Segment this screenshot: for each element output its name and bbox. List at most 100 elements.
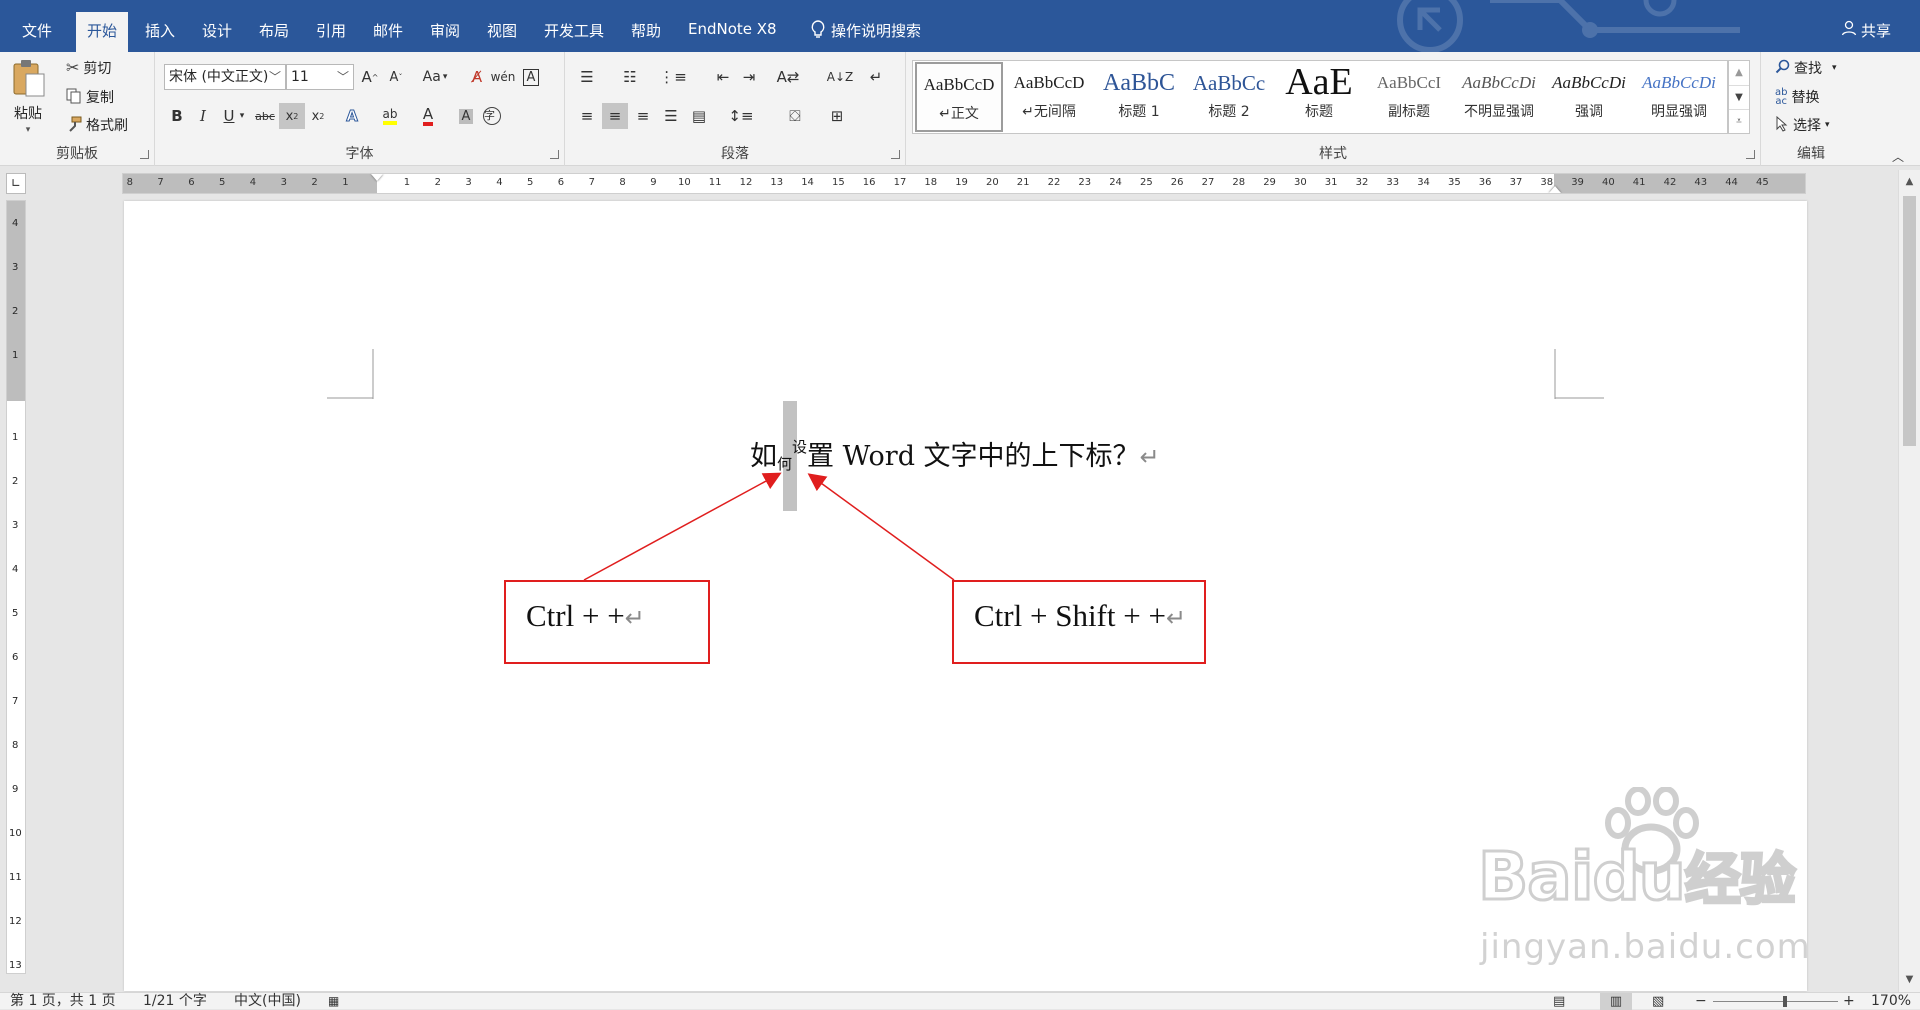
- align-center-button[interactable]: ≡: [602, 103, 628, 129]
- font-dialog-launcher[interactable]: [550, 150, 559, 159]
- scroll-down-icon[interactable]: ▼: [1899, 970, 1920, 990]
- underline-dropdown[interactable]: ▾: [235, 103, 249, 129]
- italic-button[interactable]: I: [190, 103, 216, 129]
- enclose-characters-button[interactable]: 字: [479, 103, 505, 129]
- font-name-combo[interactable]: 宋体 (中文正文) ﹀: [164, 64, 286, 90]
- share-button[interactable]: 共享: [1830, 12, 1902, 52]
- find-button[interactable]: 查找 ▾: [1775, 58, 1837, 78]
- style-preview: AaBbCcDi: [1642, 73, 1716, 92]
- vertical-ruler[interactable]: 4321 1 2 3 4 5 6 7 8 9 10 11 12 13: [6, 200, 26, 974]
- web-layout-icon[interactable]: ▧: [1652, 993, 1664, 1010]
- paragraph-dialog-launcher[interactable]: [891, 150, 900, 159]
- tab-endnote[interactable]: EndNote X8: [677, 12, 788, 52]
- text-effects-button[interactable]: A: [339, 103, 365, 129]
- line-spacing-button[interactable]: ↕≡: [723, 103, 759, 129]
- zoom-level[interactable]: 170%: [1871, 993, 1911, 1010]
- style-heading-1[interactable]: AaBbC 标题 1: [1095, 62, 1183, 132]
- font-color-button[interactable]: A: [415, 103, 441, 129]
- tell-me-search[interactable]: 操作说明搜索: [800, 12, 932, 52]
- chevron-up-icon[interactable]: ▲: [1729, 61, 1749, 85]
- cut-button[interactable]: ✂ 剪切: [66, 58, 111, 78]
- tab-selector[interactable]: ∟: [6, 173, 26, 194]
- tab-references[interactable]: 引用: [305, 12, 357, 52]
- change-case-button[interactable]: Aa ▾: [417, 64, 453, 90]
- superscript-button[interactable]: x2: [305, 103, 331, 129]
- sort-icon: A↓Z: [826, 70, 854, 84]
- chevron-down-icon[interactable]: ▼: [1729, 85, 1749, 109]
- tab-review[interactable]: 审阅: [419, 12, 471, 52]
- horizontal-ruler[interactable]: 87654321 1 2 3 4 5 6 7 8 9 10 11 12 13 14 15 16 17 18 19 20…: [122, 173, 1806, 194]
- format-painter-button[interactable]: 格式刷: [66, 115, 128, 135]
- right-indent-marker[interactable]: [1549, 186, 1561, 193]
- chinese-layout-button[interactable]: A⇄: [775, 64, 801, 90]
- bold-button[interactable]: B: [164, 103, 190, 129]
- select-button[interactable]: 选择 ▾: [1775, 115, 1830, 135]
- tab-view[interactable]: 视图: [476, 12, 528, 52]
- clear-formatting-button[interactable]: A̸: [464, 64, 490, 90]
- scroll-thumb[interactable]: [1903, 196, 1916, 446]
- numbering-button[interactable]: ☷: [617, 64, 643, 90]
- zoom-out-icon[interactable]: −: [1695, 993, 1707, 1010]
- character-shading-button[interactable]: A: [453, 103, 479, 129]
- align-left-button[interactable]: ≡: [574, 103, 600, 129]
- increase-indent-button[interactable]: ⇥: [736, 64, 762, 90]
- tab-file[interactable]: 文件: [11, 12, 63, 52]
- style-intense-emphasis[interactable]: AaBbCcDi 明显强调: [1635, 62, 1723, 132]
- collapse-ribbon-icon[interactable]: ︿: [1892, 148, 1904, 165]
- document-page[interactable]: 如何设置 Word 文字中的上下标？↵ Ctrl + +↵ Ctrl + Shi…: [124, 201, 1810, 991]
- first-line-indent-marker[interactable]: [371, 174, 383, 181]
- shrink-font-button[interactable]: Aˇ: [383, 64, 409, 90]
- tab-help[interactable]: 帮助: [620, 12, 672, 52]
- style-subtle-emphasis[interactable]: AaBbCcDi 不明显强调: [1455, 62, 1543, 132]
- ruler-tick-label: 6: [12, 652, 19, 663]
- styles-dialog-launcher[interactable]: [1746, 150, 1755, 159]
- tab-insert[interactable]: 插入: [134, 12, 186, 52]
- ruler-tick-label: 1: [12, 432, 19, 443]
- multilevel-list-button[interactable]: ⋮≡: [659, 64, 687, 90]
- tab-design[interactable]: 设计: [191, 12, 243, 52]
- bullets-button[interactable]: ☰: [574, 64, 600, 90]
- paste-button[interactable]: 粘贴 ▾: [10, 58, 46, 135]
- scroll-up-icon[interactable]: ▲: [1899, 172, 1920, 192]
- phonetic-guide-button[interactable]: wén: [490, 64, 516, 90]
- grow-font-button[interactable]: A ^: [357, 64, 383, 90]
- style-no-spacing[interactable]: AaBbCcD ↵无间隔: [1005, 62, 1093, 132]
- word-count[interactable]: 1/21 个字: [143, 993, 207, 1010]
- justify-button[interactable]: ☰: [658, 103, 684, 129]
- macro-record-icon[interactable]: ▦: [328, 993, 339, 1010]
- page-count[interactable]: 第 1 页，共 1 页: [10, 993, 116, 1010]
- vertical-scrollbar[interactable]: ▲ ▼: [1898, 170, 1920, 992]
- zoom-in-icon[interactable]: +: [1843, 993, 1855, 1010]
- style-emphasis[interactable]: AaBbCcDi 强调: [1545, 62, 1633, 132]
- shading-button[interactable]: ⛋: [777, 103, 813, 129]
- highlight-color-button[interactable]: ab: [377, 103, 403, 129]
- gallery-more-icon[interactable]: ⩡: [1729, 109, 1749, 133]
- subscript-button[interactable]: x2: [279, 103, 305, 129]
- read-mode-icon[interactable]: ▤: [1553, 993, 1565, 1010]
- print-layout-icon[interactable]: ▥: [1600, 993, 1632, 1010]
- copy-button[interactable]: 复制: [66, 87, 114, 107]
- decrease-indent-button[interactable]: ⇤: [710, 64, 736, 90]
- style-subtitle[interactable]: AaBbCcI 副标题: [1365, 62, 1453, 132]
- tab-developer[interactable]: 开发工具: [533, 12, 615, 52]
- align-right-button[interactable]: ≡: [630, 103, 656, 129]
- zoom-slider[interactable]: [1713, 1001, 1838, 1002]
- tab-layout[interactable]: 布局: [248, 12, 300, 52]
- document-heading-paragraph[interactable]: 如何设置 Word 文字中的上下标？↵: [750, 434, 1160, 474]
- replace-button[interactable]: ab ac 替换: [1775, 87, 1819, 107]
- borders-button[interactable]: ⊞: [819, 103, 855, 129]
- strikethrough-button[interactable]: abc: [252, 103, 278, 129]
- clipboard-dialog-launcher[interactable]: [140, 150, 149, 159]
- style-heading-2[interactable]: AaBbCc 标题 2: [1185, 62, 1273, 132]
- character-border-button[interactable]: A: [518, 64, 544, 90]
- tab-mailings[interactable]: 邮件: [362, 12, 414, 52]
- zoom-slider-thumb[interactable]: [1783, 996, 1787, 1007]
- language-indicator[interactable]: 中文(中国): [234, 993, 301, 1010]
- tab-home[interactable]: 开始: [76, 12, 129, 52]
- style-title[interactable]: AaE 标题: [1275, 62, 1363, 132]
- distributed-button[interactable]: ▤: [686, 103, 712, 129]
- style-normal[interactable]: AaBbCcD ↵正文: [915, 62, 1003, 132]
- sort-button[interactable]: A↓Z: [827, 64, 853, 90]
- font-size-combo[interactable]: 11 ﹀: [286, 64, 354, 90]
- show-marks-button[interactable]: ↵: [863, 64, 889, 90]
